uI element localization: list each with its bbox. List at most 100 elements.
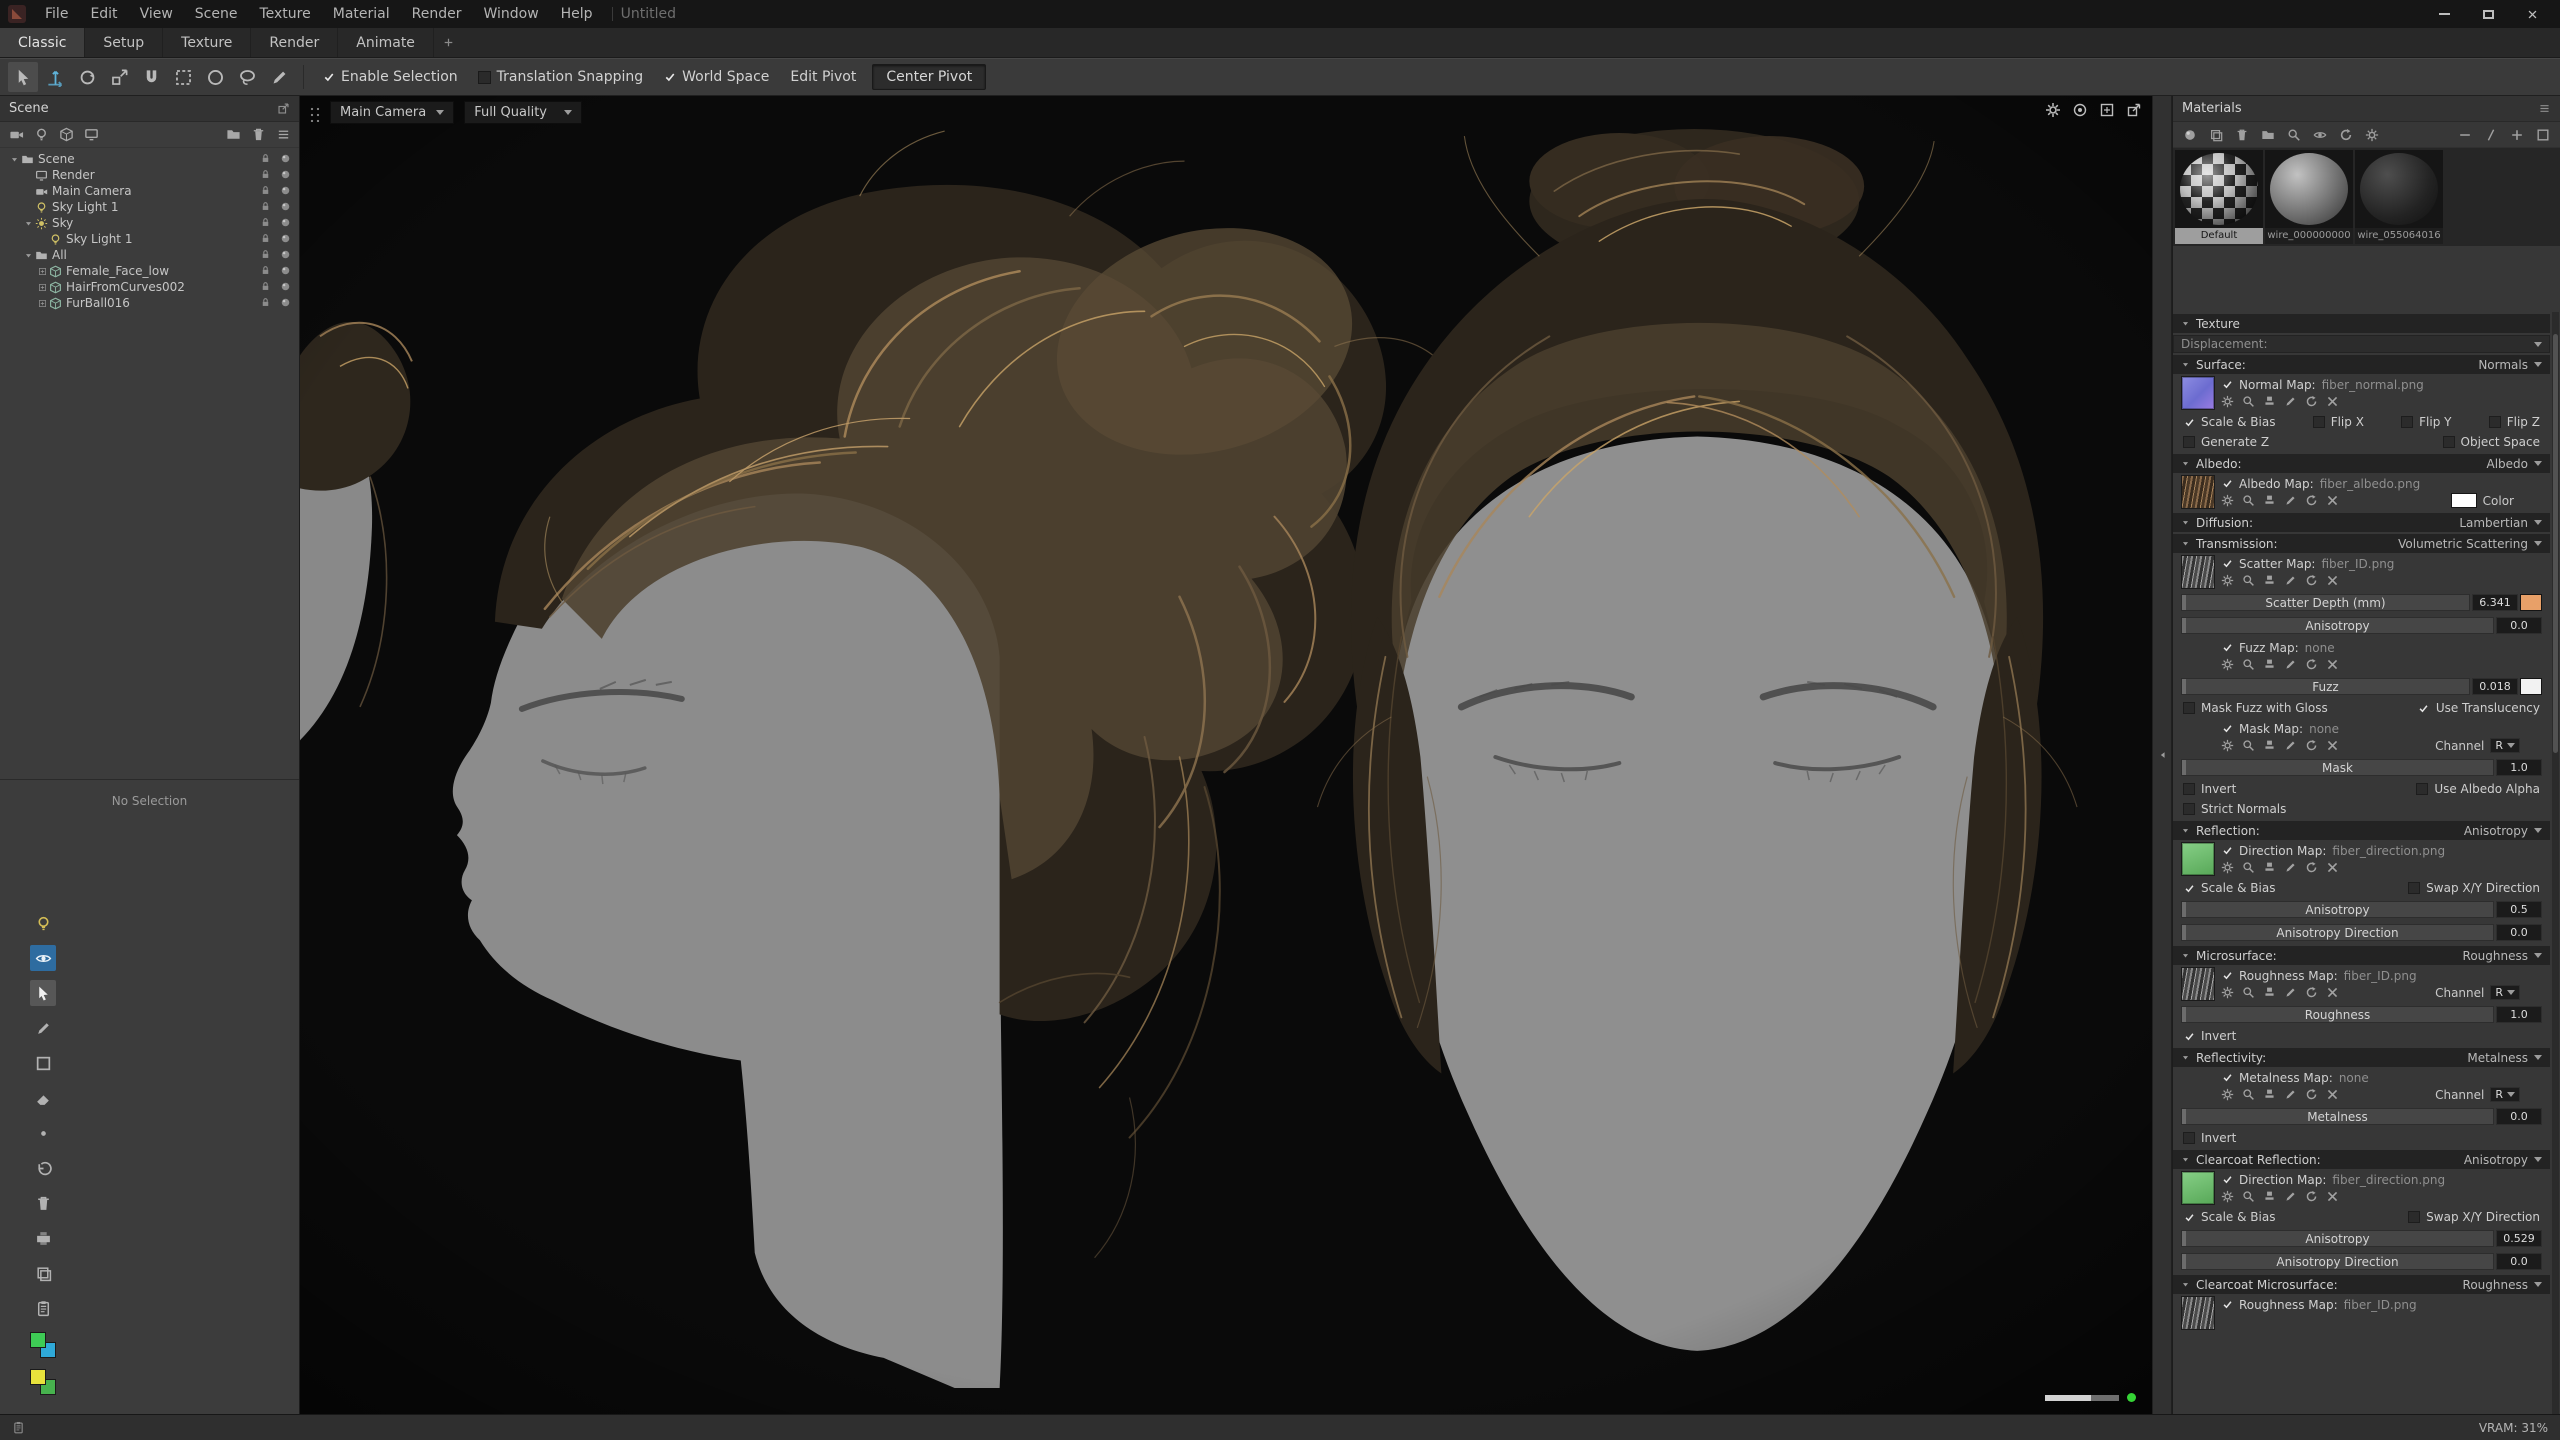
mask-value[interactable]: 1.0 bbox=[2496, 759, 2542, 776]
direction-map-thumbnail[interactable] bbox=[2181, 842, 2215, 876]
close-button[interactable] bbox=[2510, 0, 2554, 28]
foreground-color-swatch[interactable] bbox=[30, 1332, 46, 1348]
select-tool-button[interactable] bbox=[8, 62, 38, 92]
world-space-checkbox[interactable]: World Space bbox=[654, 69, 778, 85]
tree-item-furball016[interactable]: FurBall016 bbox=[0, 295, 299, 311]
thumbnail-view-button[interactable] bbox=[2534, 126, 2552, 144]
metalness-map-thumbnail[interactable] bbox=[2181, 1069, 2215, 1103]
clone-icon[interactable] bbox=[2263, 1088, 2276, 1101]
clearcoat-reflection-mode-dropdown[interactable]: Anisotropy bbox=[2464, 1153, 2542, 1167]
edit-icon[interactable] bbox=[2284, 658, 2297, 671]
transmission-section-header[interactable]: Transmission: Volumetric Scattering bbox=[2173, 534, 2550, 553]
search-icon[interactable] bbox=[2242, 986, 2255, 999]
lock-icon[interactable] bbox=[260, 297, 271, 308]
flip-y-checkbox[interactable]: Flip Y bbox=[2401, 415, 2451, 429]
check-icon[interactable] bbox=[2221, 1072, 2233, 1084]
clearcoat-direction-value[interactable]: 0.0 bbox=[2496, 1253, 2542, 1270]
viewport-3d[interactable]: Main Camera Full Quality bbox=[300, 96, 2152, 1414]
scatter-depth-slider[interactable]: Scatter Depth (mm) bbox=[2181, 594, 2470, 611]
thumbnail-size-increase-button[interactable] bbox=[2508, 126, 2526, 144]
refresh-materials-button[interactable] bbox=[2337, 126, 2355, 144]
scale-bias-checkbox[interactable]: Scale & Bias bbox=[2183, 1210, 2275, 1224]
transmission-anisotropy-slider[interactable]: Anisotropy bbox=[2181, 617, 2494, 634]
clearcoat-roughness-map-value[interactable]: fiber_ID.png bbox=[2344, 1298, 2417, 1312]
tab-texture[interactable]: Texture bbox=[163, 28, 251, 57]
check-icon[interactable] bbox=[2221, 970, 2233, 982]
check-icon[interactable] bbox=[2221, 723, 2233, 735]
tab-setup[interactable]: Setup bbox=[85, 28, 163, 57]
clearcoat-direction-map-value[interactable]: fiber_direction.png bbox=[2332, 1173, 2445, 1187]
marquee-select-button[interactable] bbox=[168, 62, 198, 92]
tree-item-female-face-low[interactable]: Female_Face_low bbox=[0, 263, 299, 279]
visibility-icon[interactable] bbox=[280, 217, 291, 228]
gear-icon[interactable] bbox=[2221, 861, 2234, 874]
reload-icon[interactable] bbox=[2305, 739, 2318, 752]
mask-fuzz-with-gloss-checkbox[interactable]: Mask Fuzz with Gloss bbox=[2183, 701, 2328, 715]
check-icon[interactable] bbox=[2221, 642, 2233, 654]
rotate-tool-button[interactable] bbox=[72, 62, 102, 92]
color-swatch-pair-1[interactable] bbox=[30, 1332, 56, 1358]
minimize-button[interactable] bbox=[2422, 0, 2466, 28]
gear-icon[interactable] bbox=[2221, 494, 2234, 507]
lock-icon[interactable] bbox=[260, 201, 271, 212]
reflection-anisotropy-value[interactable]: 0.5 bbox=[2496, 901, 2542, 918]
menu-view[interactable]: View bbox=[129, 2, 184, 26]
clear-icon[interactable] bbox=[2326, 658, 2339, 671]
albedo-map-thumbnail[interactable] bbox=[2181, 475, 2215, 509]
popout-viewport-icon[interactable] bbox=[2126, 102, 2142, 118]
clearcoat-microsurface-mode-dropdown[interactable]: Roughness bbox=[2463, 1278, 2542, 1292]
reflection-section-header[interactable]: Reflection: Anisotropy bbox=[2173, 821, 2550, 840]
new-folder-button[interactable] bbox=[222, 124, 244, 146]
albedo-map-value[interactable]: fiber_albedo.png bbox=[2320, 477, 2421, 491]
maximize-viewport-icon[interactable] bbox=[2099, 102, 2115, 118]
drag-handle-icon[interactable] bbox=[308, 104, 320, 122]
diffusion-section-header[interactable]: Diffusion: Lambertian bbox=[2173, 513, 2550, 532]
delete-button[interactable] bbox=[30, 1190, 56, 1216]
tree-item-render[interactable]: Render bbox=[0, 167, 299, 183]
menu-texture[interactable]: Texture bbox=[248, 2, 321, 26]
center-pivot-button[interactable]: Center Pivot bbox=[872, 64, 986, 90]
channel-dropdown[interactable]: R bbox=[2490, 1087, 2520, 1102]
direction-map-value[interactable]: fiber_direction.png bbox=[2332, 844, 2445, 858]
screenshot-icon[interactable] bbox=[2072, 102, 2088, 118]
invert-checkbox[interactable]: Invert bbox=[2183, 1029, 2236, 1043]
add-object-button[interactable] bbox=[55, 124, 77, 146]
invert-checkbox[interactable]: Invert bbox=[2183, 782, 2236, 796]
translate-tool-button[interactable] bbox=[40, 62, 70, 92]
lasso-select-button[interactable] bbox=[232, 62, 262, 92]
translation-snapping-checkbox[interactable]: Translation Snapping bbox=[469, 69, 653, 85]
roughness-map-value[interactable]: fiber_ID.png bbox=[2344, 969, 2417, 983]
menu-window[interactable]: Window bbox=[472, 2, 549, 26]
search-icon[interactable] bbox=[2242, 395, 2255, 408]
check-icon[interactable] bbox=[2221, 1174, 2233, 1186]
clear-icon[interactable] bbox=[2326, 1190, 2339, 1203]
add-camera-button[interactable] bbox=[5, 124, 27, 146]
gear-icon[interactable] bbox=[2221, 986, 2234, 999]
reflectivity-mode-dropdown[interactable]: Metalness bbox=[2467, 1051, 2542, 1065]
expander-icon[interactable] bbox=[36, 281, 48, 293]
metalness-value[interactable]: 0.0 bbox=[2496, 1108, 2542, 1125]
search-icon[interactable] bbox=[2242, 658, 2255, 671]
lock-icon[interactable] bbox=[260, 233, 271, 244]
search-icon[interactable] bbox=[2242, 1190, 2255, 1203]
albedo-section-header[interactable]: Albedo: Albedo bbox=[2173, 454, 2550, 473]
tree-item-hairfromcurves002[interactable]: HairFromCurves002 bbox=[0, 279, 299, 295]
thumbnail-size-decrease-button[interactable] bbox=[2456, 126, 2474, 144]
rect-tool-button[interactable] bbox=[30, 1050, 56, 1076]
clear-icon[interactable] bbox=[2326, 395, 2339, 408]
search-icon[interactable] bbox=[2242, 574, 2255, 587]
expander-icon[interactable] bbox=[36, 297, 48, 309]
visibility-icon[interactable] bbox=[280, 169, 291, 180]
expander-icon[interactable] bbox=[36, 265, 48, 277]
collapse-panel-icon[interactable] bbox=[2158, 749, 2168, 761]
maximize-button[interactable] bbox=[2466, 0, 2510, 28]
new-material-folder-button[interactable] bbox=[2259, 126, 2277, 144]
lock-icon[interactable] bbox=[260, 153, 271, 164]
scatter-map-value[interactable]: fiber_ID.png bbox=[2321, 557, 2394, 571]
metalness-slider[interactable]: Metalness bbox=[2181, 1108, 2494, 1125]
menu-edit[interactable]: Edit bbox=[79, 2, 128, 26]
menu-file[interactable]: File bbox=[34, 2, 79, 26]
quality-dropdown[interactable]: Full Quality bbox=[464, 101, 582, 124]
texture-section-header[interactable]: Texture bbox=[2173, 314, 2550, 333]
clearcoat-anisotropy-slider[interactable]: Anisotropy bbox=[2181, 1230, 2494, 1247]
